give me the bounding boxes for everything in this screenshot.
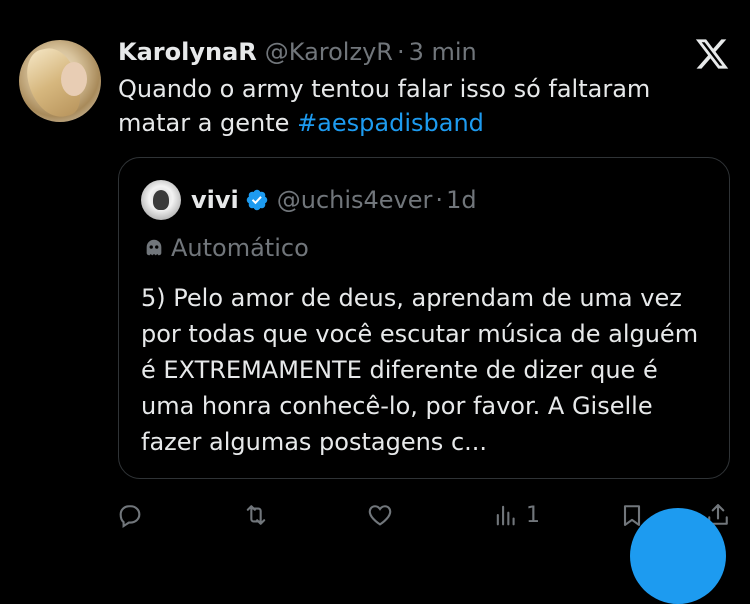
- quote-text: 5) Pelo amor de deus, aprendam de uma ve…: [141, 284, 699, 456]
- quote-time[interactable]: 1d: [446, 186, 477, 214]
- quote-separator-dot: ·: [435, 186, 444, 214]
- like-button[interactable]: [366, 500, 394, 530]
- quoted-tweet[interactable]: vivi @uchis4ever · 1d Automático 5) Pelo…: [118, 157, 730, 479]
- retweet-icon: [246, 505, 266, 525]
- author-avatar[interactable]: [19, 40, 101, 122]
- views-icon: [496, 505, 515, 526]
- automated-label: Automático: [143, 232, 309, 264]
- tweet-text: Quando o army tentou falar isso só falta…: [118, 72, 718, 140]
- quote-author-avatar[interactable]: [141, 180, 181, 220]
- quote-header: vivi @uchis4ever · 1d: [141, 180, 477, 220]
- views-count: 1: [526, 502, 540, 528]
- author-handle[interactable]: @KarolzyR: [265, 38, 393, 66]
- reply-button[interactable]: [116, 500, 144, 530]
- retweet-button[interactable]: [242, 500, 270, 530]
- quote-author-name[interactable]: vivi: [191, 186, 239, 214]
- quote-author-handle[interactable]: @uchis4ever: [277, 186, 433, 214]
- views-button[interactable]: 1: [492, 500, 540, 530]
- author-name[interactable]: KarolynaR: [118, 38, 257, 66]
- robot-icon: [146, 239, 162, 256]
- tweet-time[interactable]: 3 min: [409, 38, 477, 66]
- x-logo-icon[interactable]: [694, 36, 730, 72]
- reply-icon: [119, 505, 141, 529]
- automated-label-text: Automático: [171, 234, 309, 262]
- tweet: KarolynaR @KarolzyR · 3 min Quando o arm…: [0, 0, 750, 604]
- tweet-header: KarolynaR @KarolzyR · 3 min: [118, 38, 477, 70]
- separator-dot: ·: [396, 38, 405, 66]
- compose-button[interactable]: [630, 508, 726, 604]
- hashtag-link[interactable]: #aespadisband: [297, 109, 484, 137]
- heart-icon: [368, 505, 392, 526]
- verified-badge-icon: [246, 189, 267, 211]
